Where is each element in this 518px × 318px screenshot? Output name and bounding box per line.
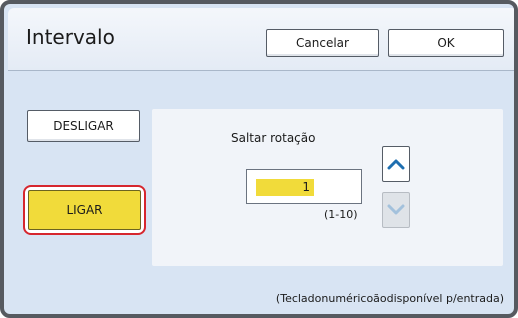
dialog-title: Intervalo (26, 25, 115, 49)
decrement-button[interactable] (382, 192, 410, 228)
chevron-down-icon (387, 204, 405, 215)
on-button[interactable]: LIGAR (28, 190, 141, 230)
off-button[interactable]: DESLIGAR (27, 110, 140, 142)
interval-range: (1-10) (324, 208, 358, 221)
increment-button[interactable] (382, 146, 410, 182)
keypad-note: (Tecladonuméricoãodisponível p/entrada) (275, 292, 504, 305)
ok-button[interactable]: OK (388, 29, 504, 57)
cancel-button[interactable]: Cancelar (266, 29, 379, 57)
interval-value-field[interactable]: 1 (246, 169, 362, 204)
interval-value: 1 (302, 180, 310, 194)
chevron-up-icon (387, 159, 405, 170)
skip-rotation-label: Saltar rotação (231, 131, 316, 145)
